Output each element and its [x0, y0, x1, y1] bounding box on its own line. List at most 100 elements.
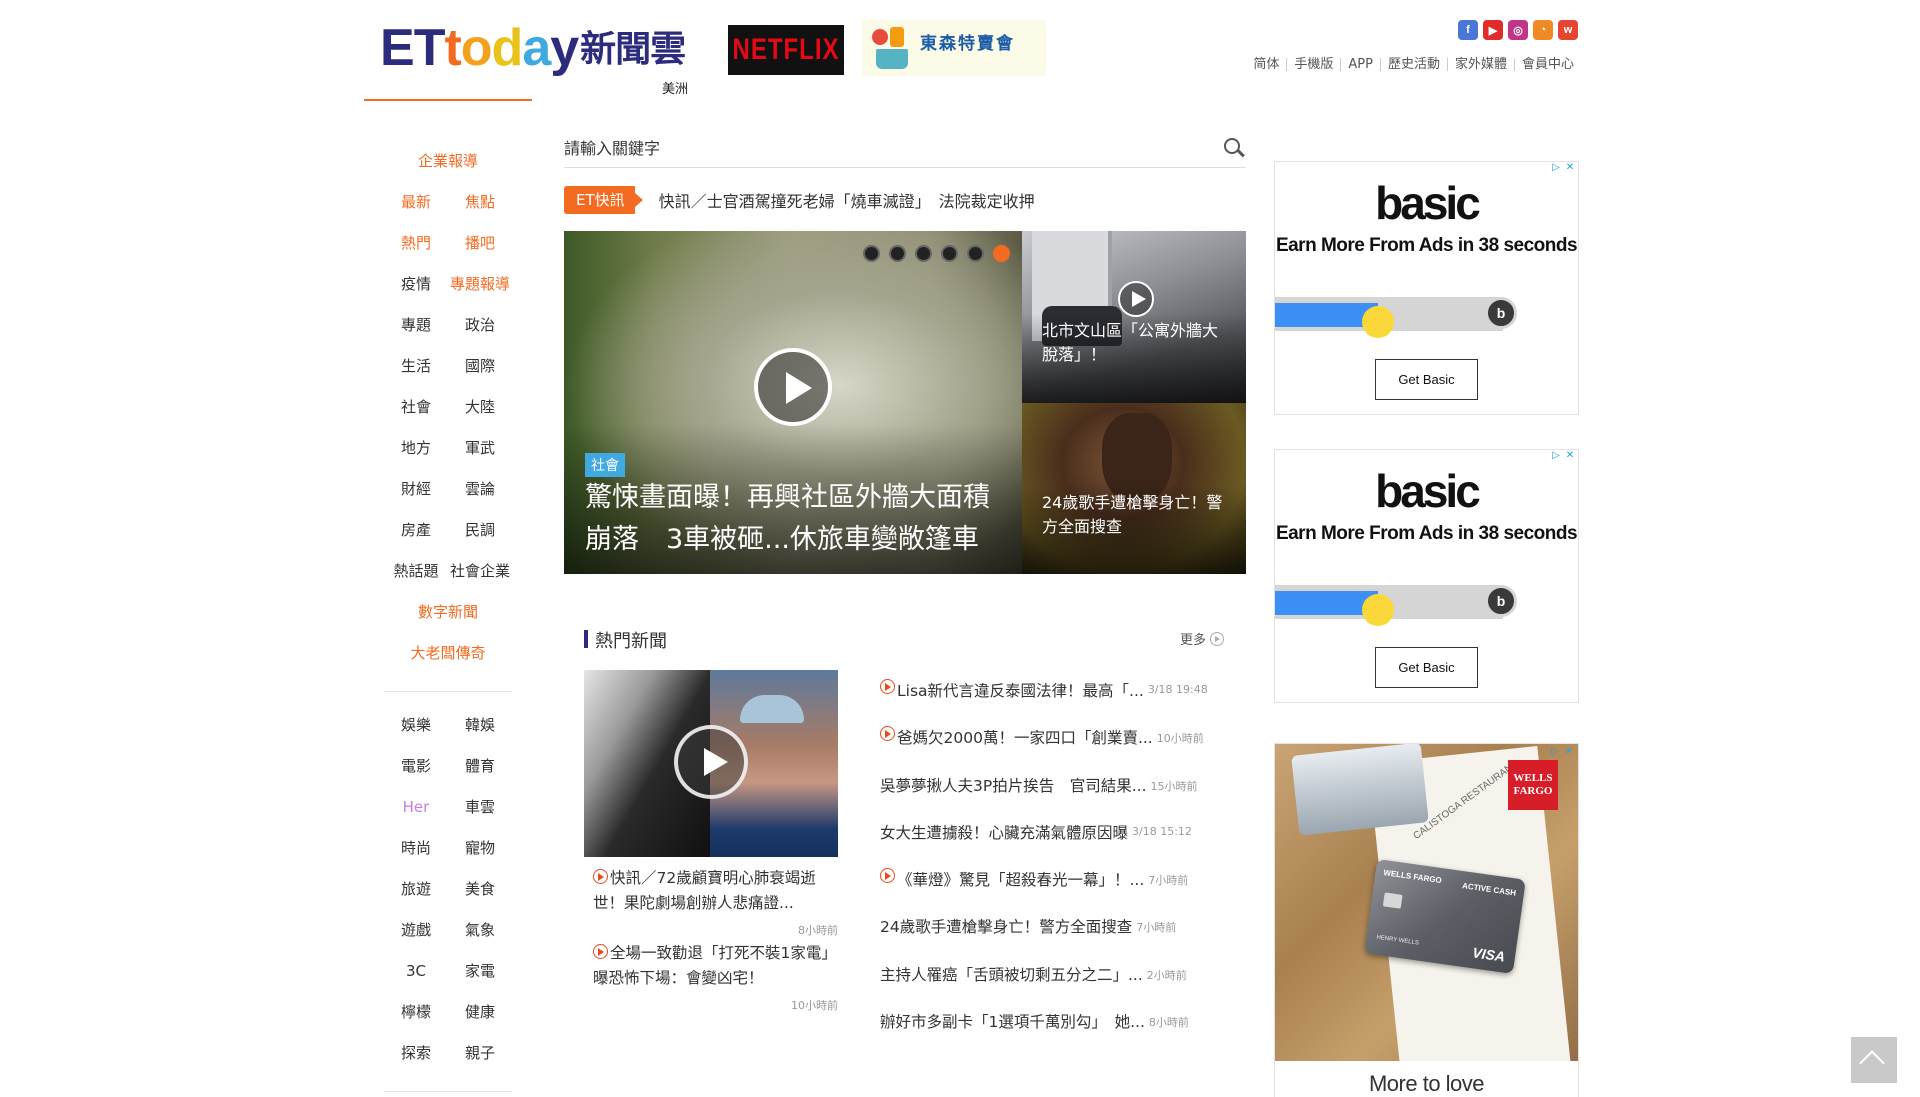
hot-news-item[interactable]: 女大生遭擄殺！心臟充滿氣體原因曝 3/18 15:12 — [880, 821, 1225, 868]
sidebar-item[interactable]: 大老闆傳奇 — [384, 642, 512, 663]
sidebar-item[interactable]: 車雲 — [448, 796, 512, 817]
adchoices-icon[interactable]: ▷ — [1550, 450, 1562, 462]
sidebar-item[interactable]: 熱門 — [384, 232, 448, 253]
sidebar-item[interactable]: 軍武 — [448, 437, 512, 458]
sidebar-item[interactable]: 數字新聞 — [384, 601, 512, 622]
hot-news-item[interactable]: Lisa新代言違反泰國法律！最高「... 3/18 19:48 — [880, 679, 1225, 726]
sidebar-item[interactable]: 雲論 — [448, 478, 512, 499]
carousel-dot[interactable] — [967, 245, 984, 262]
sidebar-item[interactable]: 娛樂 — [384, 714, 448, 735]
hot-item-title[interactable]: Lisa新代言違反泰國法律！最高「... — [897, 679, 1144, 701]
sidebar-item[interactable]: 國際 — [448, 355, 512, 376]
sidebar-item[interactable]: 體育 — [448, 755, 512, 776]
wells-fargo-ad[interactable]: CALISTOGA RESTAURANT WELLS FARGO ACTIVE … — [1274, 743, 1579, 1097]
hero-side-title[interactable]: 24歲歌手遭槍擊身亡！警方全面搜查 — [1042, 491, 1232, 539]
carousel-dot[interactable] — [863, 245, 880, 262]
topnav-link[interactable]: 會員中心 — [1513, 58, 1581, 71]
sidebar-item[interactable]: 健康 — [448, 1001, 512, 1022]
hero-main-story[interactable]: 社會 驚悚畫面曝！再興社區外牆大面積崩落 3車被砸...休旅車變敞篷車 — [564, 231, 1022, 574]
hero-title[interactable]: 驚悚畫面曝！再興社區外牆大面積崩落 3車被砸...休旅車變敞篷車 — [585, 477, 1005, 561]
hot-item-title[interactable]: 主持人罹癌「舌頭被切剩五分之二」... — [880, 963, 1143, 985]
sidebar-item[interactable]: 親子 — [448, 1042, 512, 1063]
sidebar-item[interactable]: 民調 — [448, 519, 512, 540]
basic-ad[interactable]: ▷ ✕ basic Earn More From Ads in 38 second… — [1274, 161, 1579, 415]
sidebar-item[interactable]: 美食 — [448, 878, 512, 899]
basic-ad[interactable]: ▷ ✕ basic Earn More From Ads in 38 second… — [1274, 449, 1579, 703]
sidebar-item[interactable]: 韓娛 — [448, 714, 512, 735]
sidebar-item[interactable]: Her — [384, 798, 448, 816]
sidebar-item[interactable]: 焦點 — [448, 191, 512, 212]
sidebar-item[interactable]: 政治 — [448, 314, 512, 335]
hot-item-title[interactable]: 吳夢夢揪人夫3P拍片挨告 官司結果... — [880, 774, 1147, 796]
topnav-link[interactable]: 简体 — [1246, 58, 1286, 71]
hot-news-card[interactable]: 全場一致勸退「打死不裝1家電」 曝恐怖下場：會變凶宅！ 10小時前 — [584, 941, 845, 1013]
sidebar-item[interactable]: 旅遊 — [384, 878, 448, 899]
hot-news-thumbnail[interactable] — [584, 670, 838, 857]
adchoices-icon[interactable]: ▷ — [1549, 746, 1561, 758]
sidebar-item[interactable]: 社會 — [384, 396, 448, 417]
get-basic-button[interactable]: Get Basic — [1375, 359, 1478, 400]
sidebar-item[interactable]: 地方 — [384, 437, 448, 458]
hot-news-item[interactable]: 辦好市多副卡「1選項千萬別勾」 她... 8小時前 — [880, 1010, 1225, 1057]
adchoices-icon[interactable]: ▷ — [1550, 162, 1562, 174]
back-to-top-button[interactable] — [1851, 1037, 1897, 1083]
hot-item-title[interactable]: 辦好市多副卡「1選項千萬別勾」 她... — [880, 1010, 1145, 1032]
hot-news-card[interactable]: 快訊／72歲顧寶明心肺衰竭逝世！果陀劇場創辦人悲痛證... 8小時前 — [584, 866, 838, 938]
search-icon[interactable] — [1224, 137, 1246, 160]
sidebar-item[interactable]: 播吧 — [448, 232, 512, 253]
hot-news-item[interactable]: 主持人罹癌「舌頭被切剩五分之二」... 2小時前 — [880, 963, 1225, 1010]
carousel-dot[interactable] — [915, 245, 932, 262]
hot-card-title[interactable]: 全場一致勸退「打死不裝1家電」 曝恐怖下場：會變凶宅！ — [584, 941, 845, 991]
sidebar-item[interactable]: 家電 — [448, 960, 512, 981]
topnav-link[interactable]: APP — [1340, 58, 1380, 71]
weibo-icon[interactable]: w — [1558, 20, 1578, 40]
hot-item-title[interactable]: 《華燈》驚見「超殺春光一幕」！... — [897, 868, 1144, 890]
hot-card-title[interactable]: 快訊／72歲顧寶明心肺衰竭逝世！果陀劇場創辦人悲痛證... — [584, 866, 838, 916]
play-icon[interactable] — [1118, 281, 1154, 317]
sidebar-item[interactable]: 時尚 — [384, 837, 448, 858]
sidebar-item[interactable]: 大陸 — [448, 396, 512, 417]
more-link[interactable]: 更多 — [1180, 629, 1224, 648]
sidebar-item[interactable]: 專題 — [384, 314, 448, 335]
sidebar-item[interactable]: 房產 — [384, 519, 448, 540]
ticker-headline[interactable]: 快訊／士官酒駕撞死老婦「燒車滅證」 法院裁定收押 — [659, 188, 1035, 212]
play-icon[interactable] — [754, 348, 832, 426]
hero-side-story[interactable]: 北市文山區「公寓外牆大脫落」！ — [1022, 231, 1246, 403]
sidebar-item[interactable]: 遊戲 — [384, 919, 448, 940]
hot-news-item[interactable]: 吳夢夢揪人夫3P拍片挨告 官司結果... 15小時前 — [880, 774, 1225, 821]
sidebar-item[interactable]: 熱話題 — [384, 560, 448, 581]
sidebar-item[interactable]: 疫情 — [384, 273, 448, 294]
sidebar-item[interactable]: 財經 — [384, 478, 448, 499]
hero-side-story[interactable]: 24歲歌手遭槍擊身亡！警方全面搜查 — [1022, 403, 1246, 574]
close-icon[interactable]: ✕ — [1564, 450, 1576, 462]
sidebar-item[interactable]: 社會企業 — [448, 560, 512, 581]
sidebar-item[interactable]: 最新 — [384, 191, 448, 212]
netflix-banner-ad[interactable]: NETFLIX — [728, 25, 844, 75]
hot-news-item[interactable]: 24歲歌手遭槍擊身亡！警方全面搜查 7小時前 — [880, 915, 1225, 962]
search-input[interactable] — [564, 139, 1224, 158]
sidebar-item[interactable]: 3C — [384, 962, 448, 980]
rss-icon[interactable]: ◔ — [1533, 20, 1553, 40]
topnav-link[interactable]: 家外媒體 — [1446, 58, 1514, 71]
carousel-dot[interactable] — [993, 245, 1010, 262]
instagram-icon[interactable]: ◎ — [1508, 20, 1528, 40]
sidebar-item[interactable]: 專題報導 — [448, 273, 512, 294]
hot-item-title[interactable]: 女大生遭擄殺！心臟充滿氣體原因曝 — [880, 821, 1128, 843]
close-icon[interactable]: ✕ — [1564, 162, 1576, 174]
sidebar-item[interactable]: 檸檬 — [384, 1001, 448, 1022]
carousel-dot[interactable] — [941, 245, 958, 262]
hot-news-item[interactable]: 《華燈》驚見「超殺春光一幕」！... 7小時前 — [880, 868, 1225, 915]
close-icon[interactable]: ✕ — [1563, 746, 1575, 758]
carousel-dot[interactable] — [889, 245, 906, 262]
youtube-icon[interactable]: ▶ — [1483, 20, 1503, 40]
facebook-icon[interactable]: f — [1458, 20, 1478, 40]
sidebar-item[interactable]: 生活 — [384, 355, 448, 376]
sidebar-item[interactable]: 探索 — [384, 1042, 448, 1063]
hot-news-item[interactable]: 爸媽欠2000萬！一家四口「創業賣... 10小時前 — [880, 726, 1225, 773]
tokyo-sale-banner-ad[interactable]: 東森特賣會 — [862, 20, 1046, 76]
sidebar-item[interactable]: 氣象 — [448, 919, 512, 940]
hero-side-title[interactable]: 北市文山區「公寓外牆大脫落」！ — [1042, 319, 1232, 367]
sidebar-item[interactable]: 企業報導 — [384, 150, 512, 171]
topnav-link[interactable]: 手機版 — [1286, 58, 1340, 71]
hot-item-title[interactable]: 24歲歌手遭槍擊身亡！警方全面搜查 — [880, 915, 1132, 937]
